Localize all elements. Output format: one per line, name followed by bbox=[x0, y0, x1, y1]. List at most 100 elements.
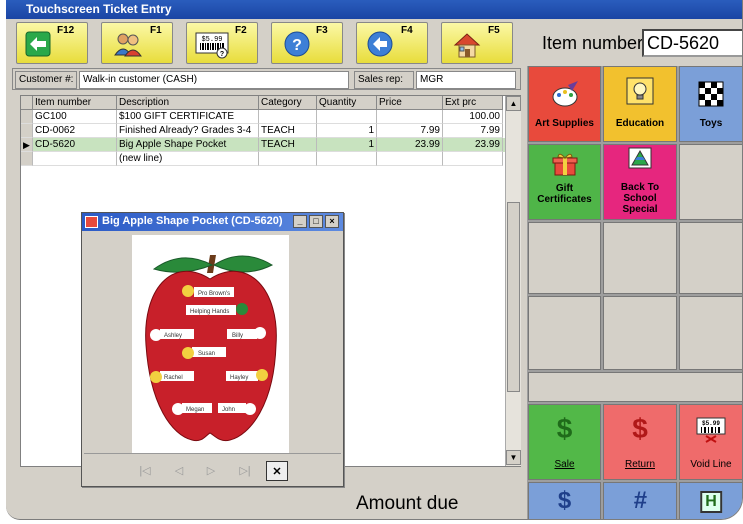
table-row[interactable]: GC100 $100 GIFT CERTIFICATE 100.00 bbox=[21, 110, 505, 124]
customers-icon bbox=[114, 33, 142, 57]
cell-description: (new line) bbox=[117, 152, 259, 166]
cell-category: TEACH bbox=[259, 138, 317, 152]
category-empty[interactable] bbox=[679, 296, 742, 370]
cell-quantity bbox=[317, 152, 377, 166]
category-empty[interactable] bbox=[603, 222, 677, 294]
return-button[interactable]: $ Return bbox=[603, 404, 677, 480]
column-description[interactable]: Description bbox=[117, 96, 259, 110]
maximize-icon[interactable]: □ bbox=[309, 215, 323, 228]
price-lookup-button[interactable]: $5.99 ? F2 bbox=[186, 22, 258, 64]
cell-price: 7.99 bbox=[377, 124, 443, 138]
previous-icon[interactable]: ◁ bbox=[168, 461, 190, 481]
table-row[interactable]: CD-0062 Finished Already? Grades 3-4 TEA… bbox=[21, 124, 505, 138]
svg-text:$5.99: $5.99 bbox=[702, 420, 720, 427]
svg-text:Hayley: Hayley bbox=[230, 375, 248, 381]
row-indicator-icon: ▶ bbox=[21, 138, 33, 152]
help-button[interactable]: ? F3 bbox=[271, 22, 343, 64]
window-title: Touchscreen Ticket Entry bbox=[26, 2, 172, 16]
quantity-button[interactable]: # bbox=[603, 482, 677, 519]
item-number-input[interactable]: CD-5620 bbox=[642, 29, 742, 57]
price-tag-icon: $5.99 bbox=[696, 417, 726, 443]
close-icon[interactable]: × bbox=[325, 215, 339, 228]
last-icon[interactable]: ▷| bbox=[234, 461, 256, 481]
column-price[interactable]: Price bbox=[377, 96, 443, 110]
svg-text:Pro Brown's: Pro Brown's bbox=[198, 291, 230, 297]
category-back-to-school[interactable]: Back To School Special bbox=[603, 144, 677, 220]
image-navigation-bar: |◁ ◁ ▷ ▷| ✕ bbox=[84, 453, 341, 485]
category-education[interactable]: Education bbox=[603, 66, 677, 142]
cell-category bbox=[259, 110, 317, 124]
apple-pocket-chart-image: Pro Brown's Helping Hands Ashley Billy S… bbox=[145, 255, 277, 442]
title-bar[interactable]: Touchscreen Ticket Entry bbox=[6, 0, 742, 19]
cell-description: Finished Already? Grades 3-4 bbox=[117, 124, 259, 138]
dollar-icon: $ bbox=[632, 413, 648, 444]
category-empty[interactable] bbox=[528, 222, 601, 294]
function-toolbar: F12 F1 $5.99 ? F2 ? F3 F4 F5 bbox=[6, 19, 527, 67]
first-icon[interactable]: |◁ bbox=[134, 461, 156, 481]
customer-bar: Customer #: Walk-in customer (CASH) Sale… bbox=[12, 68, 521, 90]
item-number-label: Item number bbox=[542, 33, 644, 53]
hold-button[interactable]: H bbox=[679, 482, 742, 519]
left-arrow-icon bbox=[367, 31, 393, 57]
next-icon[interactable]: ▷ bbox=[200, 461, 222, 481]
category-empty[interactable] bbox=[603, 296, 677, 370]
ticket-entry-window: Touchscreen Ticket Entry F12 F1 $5.99 ? … bbox=[6, 0, 743, 520]
void-line-button[interactable]: $5.99 Void Line bbox=[679, 404, 742, 480]
cell-item: CD-5620 bbox=[33, 138, 117, 152]
category-empty[interactable] bbox=[528, 296, 601, 370]
amount-due-label: Amount due bbox=[356, 493, 459, 514]
grid-scrollbar[interactable]: ▲ ▼ bbox=[505, 96, 521, 466]
column-ext-price[interactable]: Ext prc bbox=[443, 96, 503, 110]
cell-item bbox=[33, 152, 117, 166]
payment-button[interactable]: $ bbox=[528, 482, 601, 519]
svg-text:Billy: Billy bbox=[232, 333, 243, 339]
cell-quantity: 1 bbox=[317, 138, 377, 152]
cell-description: $100 GIFT CERTIFICATE bbox=[117, 110, 259, 124]
cell-ext-price: 100.00 bbox=[443, 110, 503, 124]
customers-button[interactable]: F1 bbox=[101, 22, 173, 64]
popup-title-bar[interactable]: Big Apple Shape Pocket (CD-5620) _ □ × bbox=[82, 213, 343, 231]
minimize-icon[interactable]: _ bbox=[293, 215, 307, 228]
hold-icon: H bbox=[700, 491, 722, 513]
close-icon[interactable]: ✕ bbox=[266, 461, 288, 481]
category-empty[interactable] bbox=[679, 222, 742, 294]
sales-rep-field[interactable]: MGR bbox=[416, 71, 516, 89]
previous-button[interactable]: F4 bbox=[356, 22, 428, 64]
cell-item: GC100 bbox=[33, 110, 117, 124]
category-panel: Art Supplies Education Toys Gift Certifi… bbox=[527, 66, 742, 519]
svg-text:Rachel: Rachel bbox=[164, 375, 183, 381]
svg-text:$5.99: $5.99 bbox=[201, 36, 222, 44]
home-icon bbox=[453, 33, 481, 58]
cell-price bbox=[377, 152, 443, 166]
category-art-supplies[interactable]: Art Supplies bbox=[528, 66, 601, 142]
cell-description: Big Apple Shape Pocket bbox=[117, 138, 259, 152]
svg-text:?: ? bbox=[292, 37, 302, 54]
scroll-down-icon[interactable]: ▼ bbox=[506, 450, 521, 465]
back-button[interactable]: F12 bbox=[16, 22, 88, 64]
sale-button[interactable]: $ Sale bbox=[528, 404, 601, 480]
category-empty[interactable] bbox=[679, 144, 742, 220]
customer-field[interactable]: Walk-in customer (CASH) bbox=[79, 71, 349, 89]
scroll-thumb[interactable] bbox=[507, 202, 520, 392]
column-category[interactable]: Category bbox=[259, 96, 317, 110]
table-row-new[interactable]: (new line) bbox=[21, 152, 505, 166]
category-gift-certificates[interactable]: Gift Certificates bbox=[528, 144, 601, 220]
grid-header: Item number Description Category Quantit… bbox=[21, 96, 505, 110]
customer-label: Customer #: bbox=[15, 71, 77, 89]
help-icon: ? bbox=[284, 31, 310, 57]
cell-quantity bbox=[317, 110, 377, 124]
scroll-up-icon[interactable]: ▲ bbox=[506, 96, 521, 111]
home-button[interactable]: F5 bbox=[441, 22, 513, 64]
cell-quantity: 1 bbox=[317, 124, 377, 138]
column-quantity[interactable]: Quantity bbox=[317, 96, 377, 110]
screenshot-frame: Touchscreen Ticket Entry F12 F1 $5.99 ? … bbox=[0, 0, 743, 524]
sales-rep-label: Sales rep: bbox=[354, 71, 414, 89]
svg-text:?: ? bbox=[220, 51, 224, 58]
pyramid-icon bbox=[628, 147, 652, 169]
column-item-number[interactable]: Item number bbox=[33, 96, 117, 110]
paint-palette-icon bbox=[552, 81, 578, 107]
table-row-selected[interactable]: ▶ CD-5620 Big Apple Shape Pocket TEACH 1… bbox=[21, 138, 505, 152]
back-arrow-icon bbox=[25, 31, 51, 57]
category-toys[interactable]: Toys bbox=[679, 66, 742, 142]
item-image-window[interactable]: Big Apple Shape Pocket (CD-5620) _ □ × P… bbox=[81, 212, 344, 487]
